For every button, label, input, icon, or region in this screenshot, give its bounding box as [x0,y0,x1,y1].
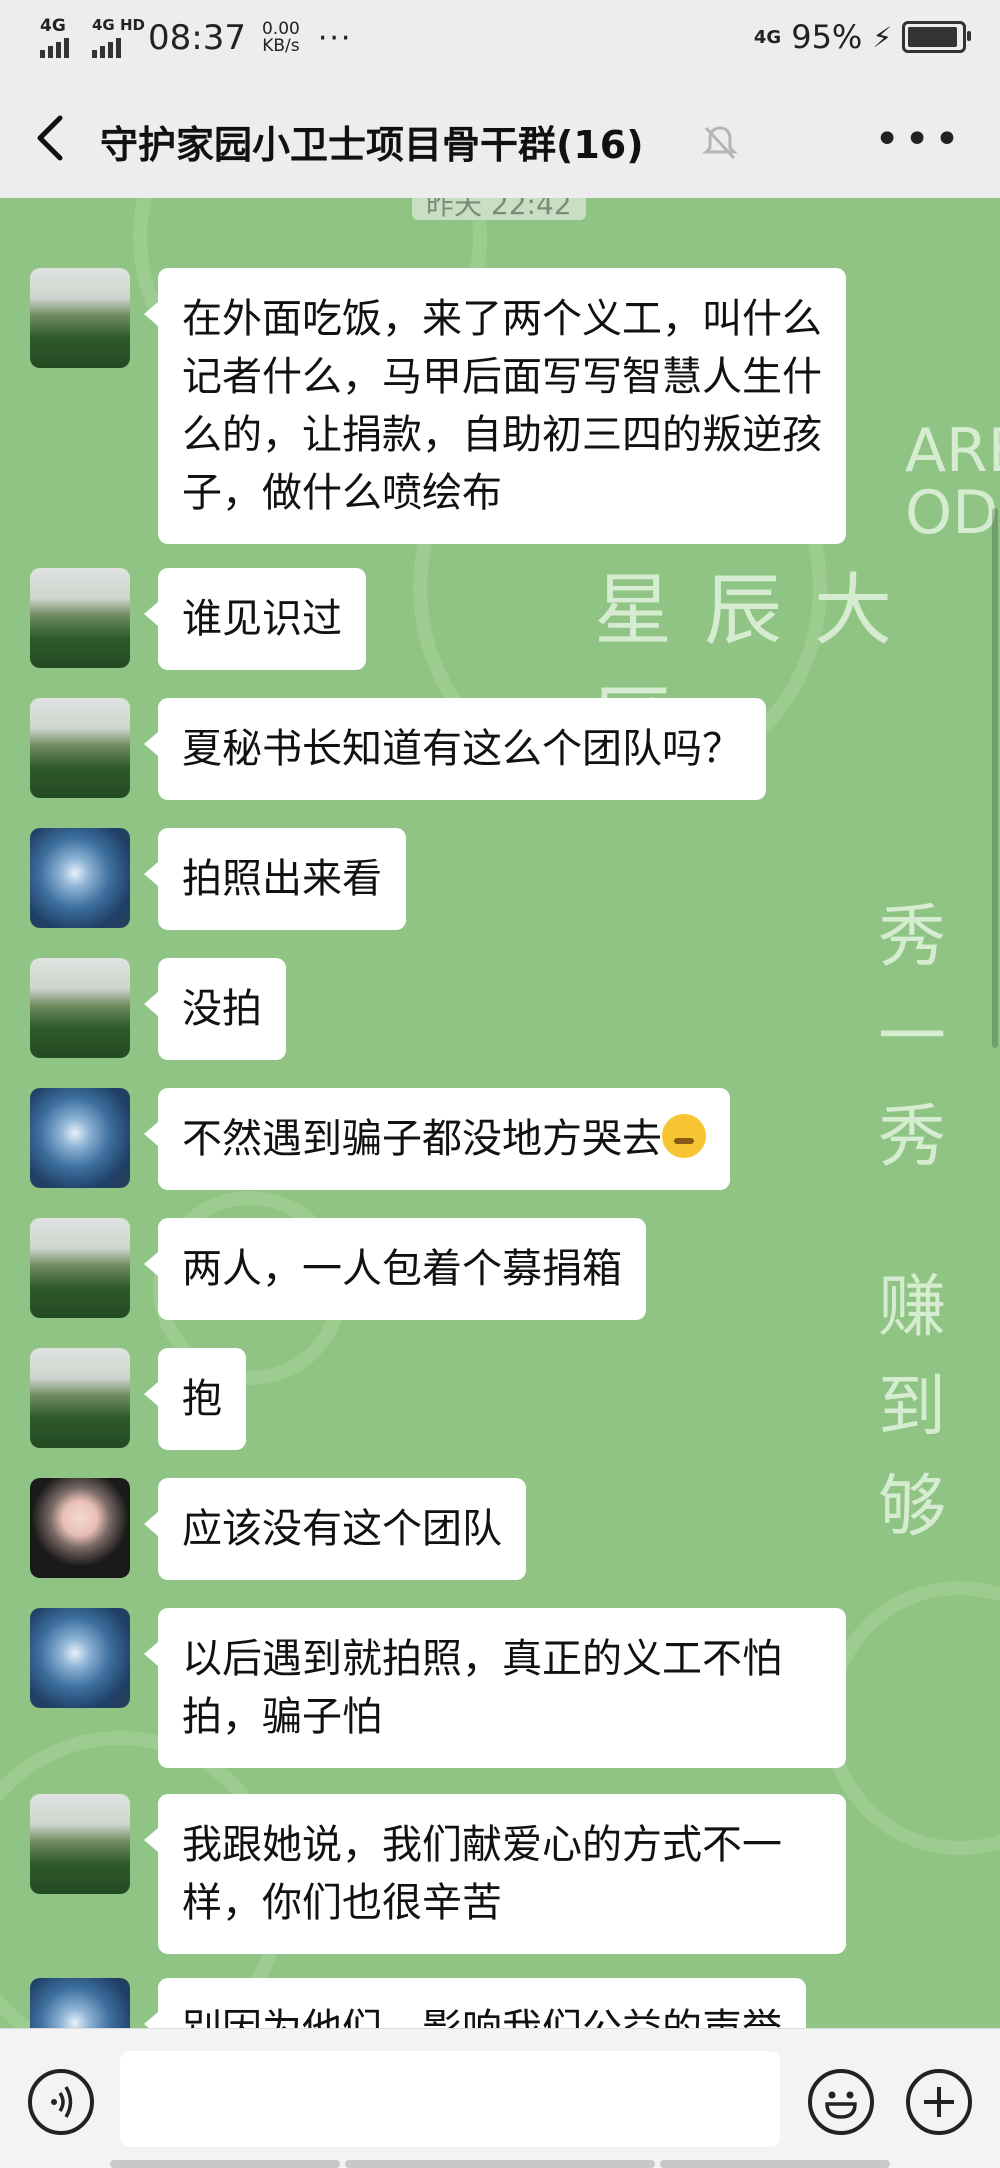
message-bubble[interactable]: 拍照出来看 [144,828,406,930]
thinking-face-icon [662,1114,706,1158]
chat-message: 不然遇到骗子都没地方哭去 [30,1088,730,1190]
chat-message: 应该没有这个团队 [30,1478,526,1580]
message-bubble[interactable]: 以后遇到就拍照，真正的义工不怕拍，骗子怕 [144,1608,846,1768]
message-input[interactable] [120,2051,780,2147]
avatar[interactable] [30,1608,130,1708]
avatar[interactable] [30,958,130,1058]
message-bubble[interactable]: 两人，一人包着个募捐箱 [144,1218,646,1320]
message-bubble[interactable]: 夏秘书长知道有这么个团队吗？ [144,698,766,800]
status-bar: 4G 4G HD 08:37 0.00 KB/s ··· 4G 95% ⚡ [0,0,1000,78]
chat-message: 夏秘书长知道有这么个团队吗？ [30,698,766,800]
avatar[interactable] [30,1218,130,1318]
network-speed: 0.00 KB/s [262,21,300,55]
input-bar [0,2028,1000,2168]
status-time: 08:37 [148,18,246,58]
time-chip: 昨天 22:42 [412,198,586,221]
message-bubble[interactable]: 应该没有这个团队 [144,1478,526,1580]
chat-message: 我跟她说，我们献爱心的方式不一样，你们也很辛苦 [30,1794,846,1954]
message-bubble[interactable]: 不然遇到骗子都没地方哭去 [144,1088,730,1190]
message-bubble[interactable]: 抱 [144,1348,246,1450]
chat-message: 谁见识过 [30,568,366,670]
speed-unit: KB/s [262,36,300,56]
plus-icon[interactable] [906,2069,972,2135]
chat-message: 在外面吃饭，来了两个义工，叫什么记者什么，马甲后面写写智慧人生什么的，让捐款，自… [30,268,846,544]
more-options-icon[interactable]: ••• [874,118,964,162]
network-label: 4G [40,16,66,36]
back-arrow-icon[interactable] [30,112,74,164]
emoji-icon[interactable] [808,2069,874,2135]
message-bubble[interactable]: 在外面吃饭，来了两个义工，叫什么记者什么，马甲后面写写智慧人生什么的，让捐款，自… [144,268,846,544]
charging-icon: ⚡ [872,20,892,54]
chat-message: 没拍 [30,958,286,1060]
avatar[interactable] [30,568,130,668]
avatar[interactable] [30,1088,130,1188]
watermark-latin-1: ARE [905,416,1000,486]
chat-message: 两人，一人包着个募捐箱 [30,1218,646,1320]
network-label-3: 4G [753,26,782,48]
chat-message: 拍照出来看 [30,828,406,930]
scrollbar[interactable] [992,508,998,1048]
more-notifications-icon: ··· [317,20,353,56]
avatar[interactable] [30,1348,130,1448]
chat-title[interactable]: 守护家园小卫士项目骨干群(16) [100,114,644,169]
avatar[interactable] [30,828,130,928]
chat-message: 以后遇到就拍照，真正的义工不怕拍，骗子怕 [30,1608,846,1768]
watermark-line-3: 赚到够 [878,1268,947,1547]
avatar[interactable] [30,268,130,368]
chat-message: 别因为他们，影响我们公益的声誉 [30,1978,806,2028]
chat-header: 守护家园小卫士项目骨干群(16) ••• [0,78,1000,198]
message-bubble[interactable]: 我跟她说，我们献爱心的方式不一样，你们也很辛苦 [144,1794,846,1954]
battery-fill [908,27,958,47]
avatar[interactable] [30,1794,130,1894]
message-bubble[interactable]: 谁见识过 [144,568,366,670]
message-bubble[interactable]: 别因为他们，影响我们公益的声誉 [144,1978,806,2028]
mute-bell-icon [702,126,738,160]
watermark-line-2: 秀一秀 [878,898,947,1177]
network-label-2: 4G HD [92,16,145,34]
avatar[interactable] [30,1478,130,1578]
watermark-latin-2: ODS [905,478,1000,548]
message-bubble[interactable]: 没拍 [144,958,286,1060]
avatar[interactable] [30,698,130,798]
chat-message: 抱 [30,1348,246,1450]
voice-icon[interactable] [28,2069,94,2135]
avatar[interactable] [30,1978,130,2028]
signal-icon: 4G [40,18,82,58]
chat-area[interactable]: ARE ODS 星辰大区 秀一秀 赚到够 昨天 22:42 在外面吃饭，来了两个… [0,198,1000,2028]
battery-icon [902,21,971,53]
signal-icon-2: 4G HD [92,18,145,58]
battery-percent: 95% [791,18,863,56]
